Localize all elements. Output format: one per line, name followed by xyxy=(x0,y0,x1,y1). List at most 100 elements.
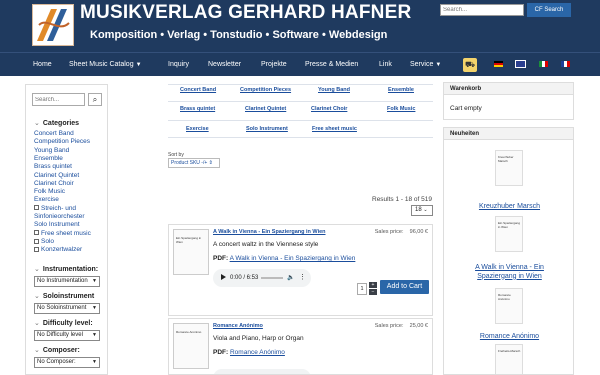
category-checkbox-item[interactable]: Free sheet music xyxy=(34,230,91,238)
nav-home[interactable]: Home xyxy=(33,53,52,77)
checkbox[interactable] xyxy=(34,246,39,252)
category-label: Free sheet music xyxy=(41,229,91,237)
pdf-link[interactable]: Romance Anónimo xyxy=(230,349,285,356)
cf-search-button[interactable]: CF Search xyxy=(527,3,571,17)
category-grid-link[interactable]: Young Band xyxy=(318,87,350,93)
category-grid-link[interactable]: Folk Music xyxy=(387,106,415,112)
audio-player[interactable]: 0:00 / 6:53 🔈 ⋮ xyxy=(213,269,311,287)
audio-player[interactable] xyxy=(213,369,311,374)
news-panel: Neuheiten Kreuzhuber Marsch Kreuzhuber M… xyxy=(443,127,574,375)
product-thumbnail[interactable]: Romance Anónimo xyxy=(173,323,209,369)
product-title-link[interactable]: A Walk in Vienna - Ein Spaziergang in Wi… xyxy=(213,229,326,235)
play-icon[interactable] xyxy=(221,274,226,281)
difficulty-select[interactable]: No Difficulty level ▼ xyxy=(34,330,100,341)
french-flag-icon[interactable] xyxy=(561,61,570,67)
product-pdf: PDF: A Walk in Vienna - Ein Spaziergang … xyxy=(213,255,355,262)
category-link[interactable]: Solo Instrument xyxy=(34,221,80,229)
composer-select[interactable]: No Composer: ▼ xyxy=(34,357,100,368)
instrumentation-select[interactable]: No Instrumentation ▼ xyxy=(34,276,100,287)
category-checkbox-item[interactable]: Konzertwalzer xyxy=(34,246,82,254)
more-options-icon[interactable]: ⋮ xyxy=(299,269,306,287)
soloinstrument-select[interactable]: No Soloinstrument ▼ xyxy=(34,303,100,314)
grid-divider xyxy=(168,101,433,102)
add-to-cart-button[interactable]: Add to Cart xyxy=(380,280,429,294)
nav-link[interactable]: Link xyxy=(379,53,392,77)
category-grid-link[interactable]: Ensemble xyxy=(388,87,414,93)
volume-icon[interactable]: 🔈 xyxy=(287,269,294,287)
italian-flag-icon[interactable] xyxy=(539,61,548,67)
site-subtitle: Komposition • Verlag • Tonstudio • Softw… xyxy=(90,29,388,41)
nav-projekte[interactable]: Projekte xyxy=(261,53,287,77)
category-grid-link[interactable]: Competition Pieces xyxy=(240,87,291,93)
header-search-input[interactable] xyxy=(440,4,524,16)
category-link[interactable]: Clarinet Choir xyxy=(34,180,74,188)
soloinstrument-heading: ⌄ Soloinstrument xyxy=(34,292,94,300)
quantity-increase-button[interactable]: + xyxy=(369,282,377,288)
news-thumbnail[interactable]: Freiheits-Marsch xyxy=(495,344,523,374)
nav-sheet-music-catalog[interactable]: Sheet Music Catalog ▼ xyxy=(69,53,142,77)
news-panel-title: Neuheiten xyxy=(444,128,573,140)
category-grid-link[interactable]: Exercise xyxy=(186,126,209,132)
nav-service[interactable]: Service ▼ xyxy=(410,53,441,77)
chevron-down-icon: ⌄ xyxy=(34,120,40,127)
cart-status: Cart empty xyxy=(450,105,482,112)
category-grid-link[interactable]: Clarinet Quintet xyxy=(245,106,286,112)
category-link[interactable]: Exercise xyxy=(34,196,59,204)
category-link[interactable]: Young Band xyxy=(34,147,69,155)
pdf-link[interactable]: A Walk in Vienna - Ein Spaziergang in Wi… xyxy=(230,255,356,262)
quantity-input[interactable]: 1 xyxy=(357,283,367,295)
german-flag-icon[interactable] xyxy=(494,61,503,67)
price-value: 25,00 € xyxy=(409,323,428,329)
category-link[interactable]: Concert Band xyxy=(34,130,74,138)
chevron-down-icon: ▼ xyxy=(92,305,97,311)
product-thumbnail[interactable]: Ein Spaziergang in Wien xyxy=(173,229,209,275)
nav-presse-medien[interactable]: Presse & Medien xyxy=(305,53,358,77)
category-link[interactable]: Competition Pieces xyxy=(34,138,90,146)
english-flag-icon[interactable] xyxy=(515,60,526,68)
news-item-link[interactable]: Romance Anónimo xyxy=(444,333,573,342)
heading-label: Soloinstrument xyxy=(42,293,95,300)
category-link[interactable]: Brass quintet xyxy=(34,163,72,171)
chevron-down-icon: ▼ xyxy=(92,278,97,284)
audio-progress-bar[interactable] xyxy=(261,277,283,279)
composer-heading: ⌄ Composer: xyxy=(34,346,80,354)
per-page-select[interactable]: 18 ⌄ xyxy=(411,205,433,216)
category-checkbox-item[interactable]: Solo xyxy=(34,238,54,246)
category-checkbox-item[interactable]: Streich- und Sinfonieorchester xyxy=(34,205,104,222)
checkbox[interactable] xyxy=(34,205,39,211)
search-icon[interactable]: ⌕ xyxy=(88,93,102,106)
nav-newsletter[interactable]: Newsletter xyxy=(208,53,241,77)
grid-divider xyxy=(168,120,433,121)
categories-heading[interactable]: ⌄ Categories xyxy=(34,119,79,127)
site-logo[interactable] xyxy=(32,4,74,46)
news-item-link[interactable]: Kreuzhuber Marsch xyxy=(444,203,573,212)
category-grid-link[interactable]: Clarinet Choir xyxy=(311,106,347,112)
news-item-link[interactable]: A Walk in Vienna - Ein Spaziergang in Wi… xyxy=(444,264,573,281)
category-link[interactable]: Folk Music xyxy=(34,188,65,196)
price-label: Sales price: xyxy=(374,229,404,235)
sidebar-filters: ⌕ ⌄Categories Concert Band Competition P… xyxy=(25,84,108,375)
category-grid-link[interactable]: Solo Instrument xyxy=(246,126,288,132)
price-value: 96,00 € xyxy=(409,229,428,235)
select-value: No Composer: xyxy=(37,359,76,365)
category-grid-link[interactable]: Brass quintet xyxy=(180,106,215,112)
nav-inquiry[interactable]: Inquiry xyxy=(168,53,189,77)
news-thumbnail[interactable]: Romance Anónimo xyxy=(495,288,523,324)
checkbox[interactable] xyxy=(34,230,39,236)
news-thumbnail[interactable]: Kreuzhuber Marsch xyxy=(495,150,523,186)
quantity-decrease-button[interactable]: − xyxy=(369,289,377,295)
category-grid-link[interactable]: Free sheet music xyxy=(312,126,357,132)
sidebar-search-input[interactable] xyxy=(32,93,85,106)
category-grid-link[interactable]: Concert Band xyxy=(180,87,216,93)
sort-select[interactable]: Product SKU -/+ ⇕ xyxy=(168,158,220,168)
cart-icon[interactable]: ⛟ xyxy=(463,58,477,72)
chevron-down-icon: ▼ xyxy=(135,62,142,68)
news-thumbnail[interactable]: Ein Spaziergang in Wien xyxy=(495,216,523,252)
category-link[interactable]: Ensemble xyxy=(34,155,63,163)
results-count: Results 1 - 18 of 519 xyxy=(372,196,432,203)
category-link[interactable]: Clarinet Quintet xyxy=(34,172,79,180)
product-title-link[interactable]: Romance Anónimo xyxy=(213,323,263,329)
grid-divider xyxy=(168,137,433,138)
product-pdf: PDF: Romance Anónimo xyxy=(213,349,285,356)
checkbox[interactable] xyxy=(34,238,39,244)
